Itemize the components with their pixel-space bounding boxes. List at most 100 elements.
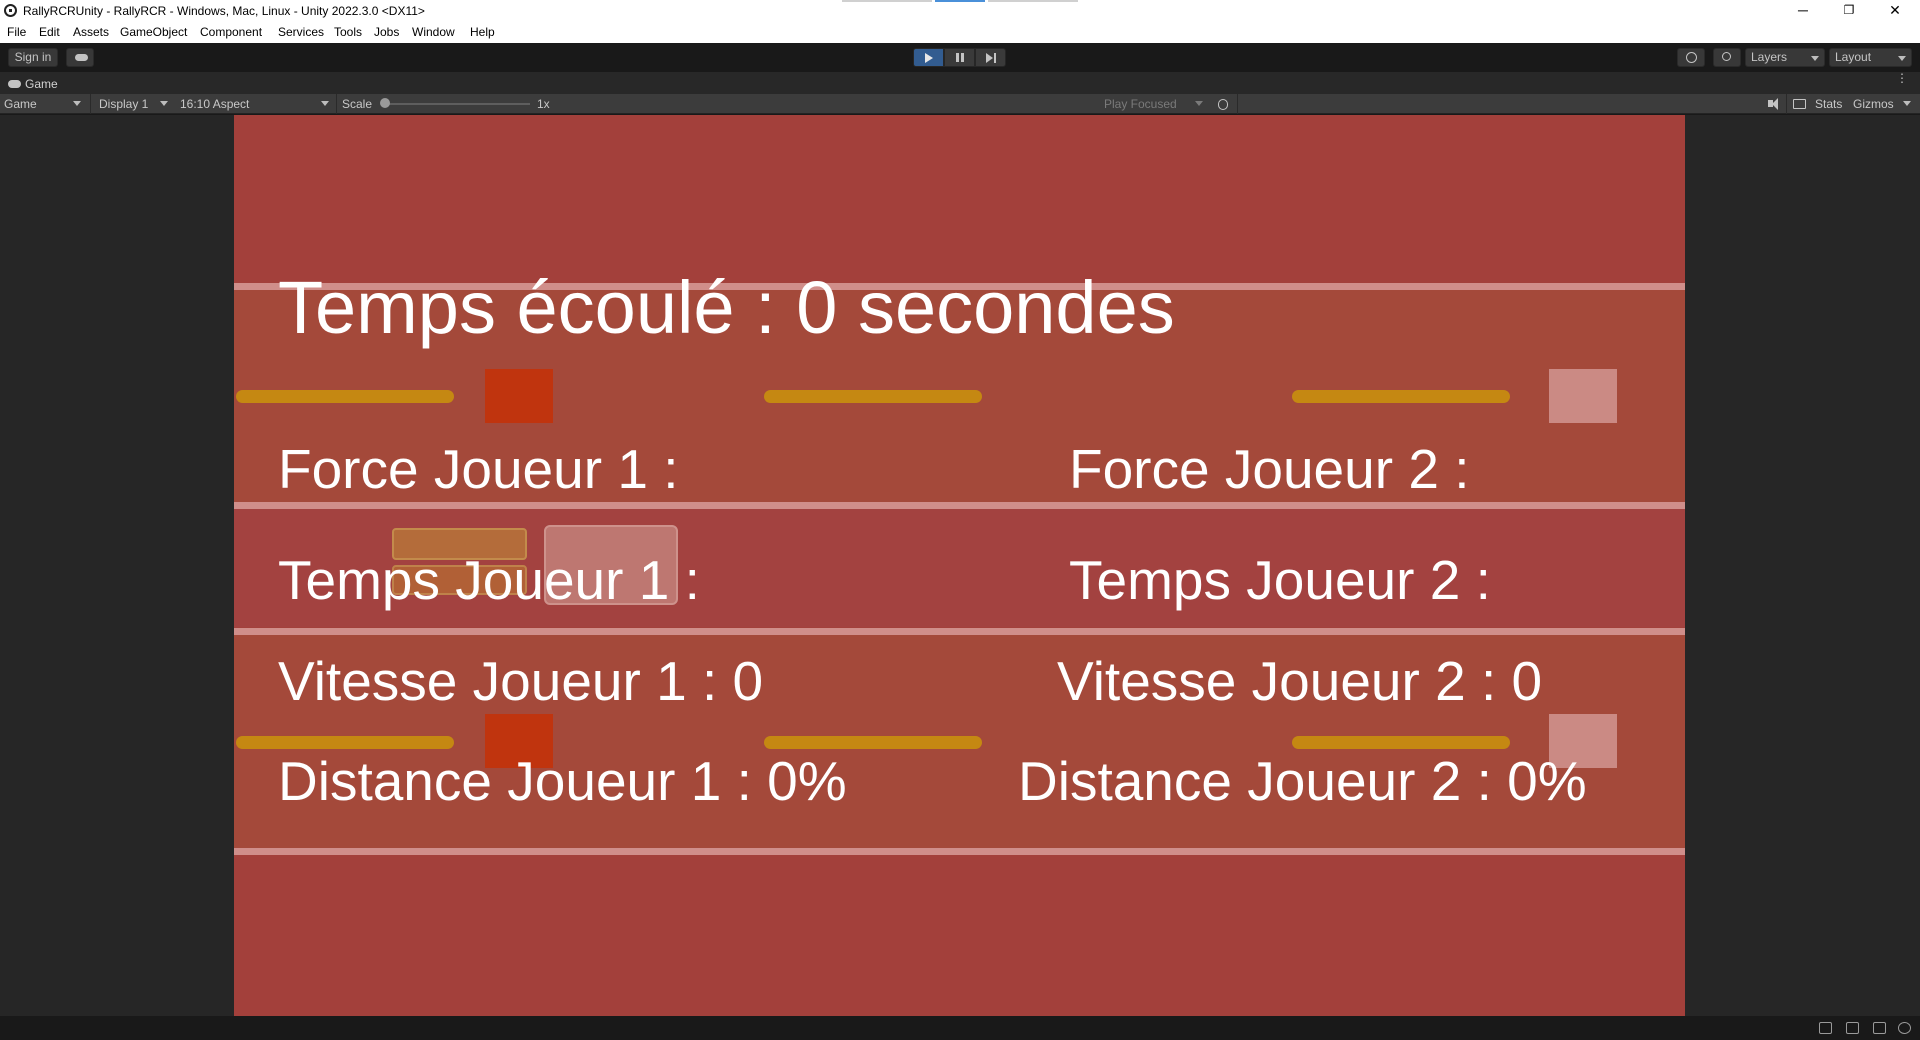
scale-slider-thumb[interactable]	[380, 98, 390, 108]
scale-slider-track[interactable]	[386, 103, 530, 105]
menu-help[interactable]: Help	[470, 25, 495, 39]
speed-player1-label: Vitesse Joueur 1 : 0	[278, 650, 764, 712]
track-stripe	[1292, 390, 1510, 403]
display-dropdown[interactable]: Display 1	[99, 97, 173, 111]
layers-dropdown[interactable]: Layers	[1745, 48, 1825, 67]
menu-bar: File Edit Assets GameObject Component Se…	[0, 22, 1920, 43]
view-dropdown[interactable]: Game	[4, 97, 86, 111]
undo-history-button[interactable]	[1677, 48, 1705, 67]
play-button[interactable]	[913, 48, 944, 67]
chevron-down-icon	[1898, 56, 1906, 61]
time-player1-label: Temps Joueur 1 :	[278, 549, 700, 611]
cache-icon[interactable]	[1846, 1022, 1859, 1034]
gizmos-label: Gizmos	[1853, 97, 1894, 111]
check-icon[interactable]	[1898, 1022, 1911, 1034]
track-stripe	[764, 390, 982, 403]
taskbar-indicator	[842, 0, 932, 2]
divider	[90, 94, 91, 114]
aspect-dropdown[interactable]: 16:10 Aspect	[180, 97, 334, 111]
track-stripe	[764, 736, 982, 749]
restore-icon[interactable]: ❐	[1826, 0, 1872, 22]
menu-window[interactable]: Window	[412, 25, 455, 39]
force-player2-label: Force Joueur 2 :	[1069, 438, 1470, 500]
chevron-down-icon	[1811, 56, 1819, 61]
taskbar-indicator	[988, 0, 1078, 2]
search-icon	[1722, 52, 1731, 61]
layout-dropdown[interactable]: Layout	[1829, 48, 1912, 67]
menu-component[interactable]: Component	[200, 25, 262, 39]
tab-game[interactable]: Game	[25, 77, 58, 91]
game-tab-header: Game ⋮	[0, 72, 1920, 94]
game-canvas[interactable]: Temps écoulé : 0 secondes Force Joueur 1…	[234, 115, 1685, 1016]
window-title: RallyRCRUnity - RallyRCR - Windows, Mac,…	[23, 4, 425, 18]
force-player1-label: Force Joueur 1 :	[278, 438, 679, 500]
game-viewport: Temps écoulé : 0 secondes Force Joueur 1…	[0, 115, 1920, 1016]
play-focused-label: Play Focused	[1104, 97, 1177, 111]
board-line	[234, 502, 1685, 509]
sign-in-button[interactable]: Sign in	[8, 48, 58, 67]
scale-label: Scale	[342, 97, 373, 111]
menu-gameobject[interactable]: GameObject	[120, 25, 187, 39]
distance-player2-label: Distance Joueur 2 : 0%	[1018, 750, 1587, 812]
taskbar-indicator-active	[935, 0, 985, 2]
cloud-button[interactable]	[66, 48, 94, 67]
more-options-icon[interactable]: ⋮	[1896, 72, 1908, 84]
track-stripe	[236, 390, 454, 403]
history-icon	[1686, 52, 1697, 63]
gizmos-dropdown[interactable]: Gizmos	[1853, 97, 1911, 111]
menu-assets[interactable]: Assets	[73, 25, 109, 39]
step-icon	[986, 53, 993, 63]
game-view-toolbar: Game Display 1 16:10 Aspect Scale 1x Pla…	[0, 94, 1920, 114]
chevron-down-icon	[73, 101, 81, 106]
display-label: Display 1	[99, 97, 149, 111]
step-button[interactable]	[975, 48, 1006, 67]
play-focused-dropdown[interactable]: Play Focused	[1104, 97, 1208, 111]
gamepad-icon	[8, 80, 21, 88]
cloud-icon	[75, 54, 88, 61]
menu-tools[interactable]: Tools	[334, 25, 362, 39]
aspect-label: 16:10 Aspect	[180, 97, 250, 111]
chevron-down-icon	[321, 101, 329, 106]
auto-refresh-icon[interactable]	[1873, 1022, 1886, 1034]
chevron-down-icon	[160, 101, 168, 106]
divider	[1237, 94, 1238, 114]
status-bar	[0, 1016, 1920, 1040]
pause-icon	[956, 53, 964, 62]
keyboard-icon[interactable]	[1792, 97, 1806, 111]
speed-player2-label: Vitesse Joueur 2 : 0	[1057, 650, 1543, 712]
play-icon	[925, 53, 933, 63]
menu-jobs[interactable]: Jobs	[374, 25, 399, 39]
menu-edit[interactable]: Edit	[39, 25, 60, 39]
board-line	[234, 628, 1685, 635]
divider	[1786, 94, 1787, 114]
chevron-down-icon	[1903, 101, 1911, 106]
bug-icon[interactable]	[1216, 97, 1230, 111]
distance-player1-label: Distance Joueur 1 : 0%	[278, 750, 847, 812]
stats-button[interactable]: Stats	[1815, 97, 1842, 111]
scale-value: 1x	[537, 97, 550, 111]
chevron-down-icon	[1195, 101, 1203, 106]
search-button[interactable]	[1713, 48, 1741, 67]
debug-icon[interactable]	[1819, 1022, 1832, 1034]
track-stripe	[1292, 736, 1510, 749]
layers-label: Layers	[1751, 50, 1788, 64]
player2-car	[1549, 369, 1617, 423]
elapsed-time-label: Temps écoulé : 0 secondes	[278, 266, 1175, 349]
audio-mute-icon[interactable]	[1766, 97, 1780, 111]
playback-controls	[913, 48, 1007, 67]
time-player2-label: Temps Joueur 2 :	[1069, 549, 1491, 611]
view-label: Game	[4, 97, 37, 111]
board-line	[234, 848, 1685, 855]
menu-services[interactable]: Services	[278, 25, 324, 39]
track-stripe	[236, 736, 454, 749]
player1-car	[485, 369, 553, 423]
main-toolbar: Sign in Layers Layout	[0, 43, 1920, 72]
pause-button[interactable]	[944, 48, 975, 67]
menu-file[interactable]: File	[7, 25, 26, 39]
window-title-bar: RallyRCRUnity - RallyRCR - Windows, Mac,…	[0, 0, 1920, 22]
close-icon[interactable]: ✕	[1872, 0, 1918, 22]
divider	[336, 94, 337, 114]
step-bar-icon	[994, 53, 996, 63]
layout-label: Layout	[1835, 50, 1872, 64]
minimize-icon[interactable]: ─	[1780, 0, 1826, 22]
